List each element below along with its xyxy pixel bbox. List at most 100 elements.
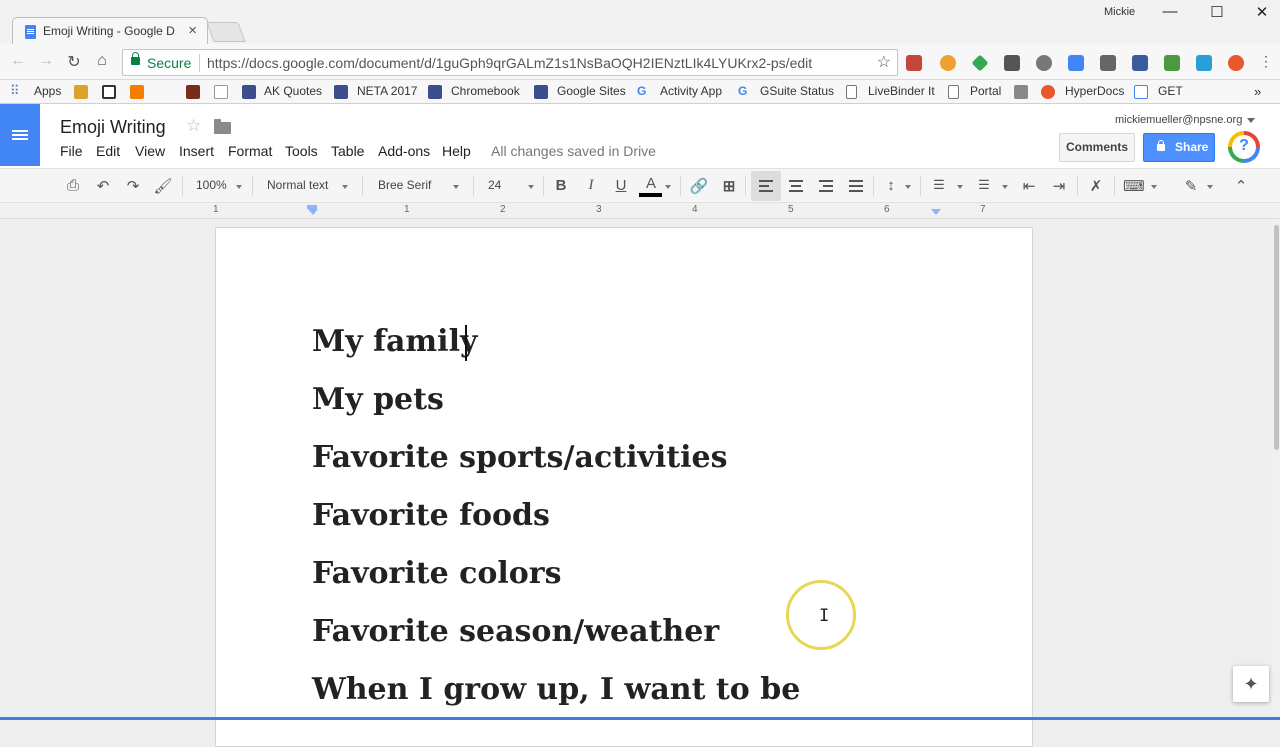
undo-icon[interactable]: ↶ <box>93 177 113 195</box>
bookmark-icon[interactable] <box>74 85 88 99</box>
text-color-button[interactable]: A <box>641 175 661 192</box>
document-line[interactable]: When I grow up, I want to be <box>312 672 800 707</box>
extension-icon[interactable] <box>1132 55 1148 71</box>
share-button[interactable]: Share <box>1143 133 1215 162</box>
bookmark-get[interactable]: GET <box>1158 84 1183 98</box>
menu-help[interactable]: Help <box>442 143 471 159</box>
star-icon[interactable]: ☆ <box>186 116 201 136</box>
bookmark-google-sites[interactable]: Google Sites <box>557 84 626 98</box>
bookmark-star-icon[interactable]: ☆ <box>877 52 891 72</box>
insert-comment-icon[interactable]: ⊞ <box>719 177 739 195</box>
paint-format-icon[interactable]: 🖌 <box>153 177 173 195</box>
editing-mode-pencil-icon[interactable]: ✎ <box>1181 177 1201 195</box>
align-left-button[interactable] <box>751 171 781 201</box>
scrollbar-thumb[interactable] <box>1274 225 1279 450</box>
bookmark-chromebook[interactable]: Chromebook <box>451 84 520 98</box>
bookmark-apps[interactable]: Apps <box>34 84 61 98</box>
new-tab-button[interactable] <box>206 22 246 42</box>
google-drive-icon[interactable] <box>971 54 989 72</box>
font-select[interactable]: Bree Serif <box>378 178 431 192</box>
bookmark-ak-quotes[interactable]: AK Quotes <box>264 84 322 98</box>
extension-icon[interactable] <box>1164 55 1180 71</box>
help-icon[interactable]: ? <box>1228 131 1260 163</box>
bookmark-icon[interactable] <box>186 85 200 99</box>
ruler[interactable]: 1 1 2 3 4 5 6 7 <box>0 203 1280 219</box>
bookmark-activity-app[interactable]: Activity App <box>660 84 722 98</box>
menu-edit[interactable]: Edit <box>96 143 120 159</box>
explore-sparkle-icon[interactable]: ✦ <box>1233 666 1269 702</box>
bold-button[interactable]: B <box>551 177 571 194</box>
browser-tab-active[interactable]: Emoji Writing - Google D × <box>12 17 208 45</box>
menu-format[interactable]: Format <box>228 143 272 159</box>
pen-extension-icon[interactable] <box>1068 55 1084 71</box>
folder-icon[interactable] <box>214 119 231 134</box>
document-line[interactable]: Favorite foods <box>312 498 550 533</box>
back-arrow-icon[interactable]: ← <box>8 52 28 70</box>
insert-link-icon[interactable]: 🔗 <box>689 177 709 195</box>
menu-insert[interactable]: Insert <box>179 143 214 159</box>
bookmark-neta-2017[interactable]: NETA 2017 <box>357 84 417 98</box>
line-spacing-icon[interactable]: ↕ <box>881 177 901 194</box>
bookmark-icon[interactable] <box>1014 85 1028 99</box>
url-text[interactable]: https://docs.google.com/document/d/1guGp… <box>207 55 812 71</box>
dnd-extension-icon[interactable] <box>906 55 922 71</box>
pinterest-icon[interactable] <box>1036 55 1052 71</box>
bookmark-portal[interactable]: Portal <box>970 84 1001 98</box>
bookmark-gsuite-status[interactable]: GSuite Status <box>760 84 834 98</box>
extension-icon[interactable] <box>1196 55 1212 71</box>
google-docs-logo-icon[interactable] <box>0 104 40 166</box>
left-indent-marker[interactable] <box>308 209 318 215</box>
document-page[interactable]: My family My pets Favorite sports/activi… <box>215 227 1033 747</box>
justify-icon[interactable] <box>849 180 863 192</box>
document-line[interactable]: Favorite sports/activities <box>312 440 728 475</box>
account-dropdown-icon[interactable] <box>1247 118 1255 123</box>
decrease-indent-icon[interactable]: ⇤ <box>1019 177 1039 195</box>
italic-button[interactable]: I <box>581 177 601 194</box>
more-bookmarks-icon[interactable]: » <box>1254 84 1261 99</box>
save-status[interactable]: All changes saved in Drive <box>491 143 656 159</box>
paragraph-style-select[interactable]: Normal text <box>267 178 328 192</box>
collapse-menus-chevron-up-icon[interactable]: ⌃ <box>1231 177 1251 195</box>
document-line[interactable]: Favorite season/weather <box>312 614 719 649</box>
apps-grid-icon[interactable]: ⠿ <box>10 83 20 99</box>
bookmark-livebinder-it[interactable]: LiveBinder It <box>868 84 935 98</box>
chrome-menu-icon[interactable]: ⋮ <box>1256 53 1276 70</box>
print-icon[interactable]: ⎙ <box>63 177 83 194</box>
extension-icon[interactable] <box>1100 55 1116 71</box>
extension-icon[interactable] <box>1228 55 1244 71</box>
bookmark-hyperdocs[interactable]: HyperDocs <box>1065 84 1124 98</box>
blogger-icon[interactable] <box>130 85 144 99</box>
extension-icon[interactable] <box>1004 55 1020 71</box>
menu-table[interactable]: Table <box>331 143 364 159</box>
bulleted-list-icon[interactable]: ☰ <box>974 177 994 193</box>
extension-icon[interactable] <box>940 55 956 71</box>
align-center-icon[interactable] <box>789 180 803 192</box>
bookmark-icon[interactable] <box>214 85 228 99</box>
minimize-window-button[interactable]: — <box>1158 3 1182 23</box>
zoom-select[interactable]: 100% <box>196 178 227 192</box>
account-email[interactable]: mickiemueller@npsne.org <box>1115 114 1242 126</box>
document-line[interactable]: Favorite colors <box>312 556 562 591</box>
maximize-window-button[interactable]: ☐ <box>1205 3 1229 23</box>
menu-tools[interactable]: Tools <box>285 143 318 159</box>
reload-icon[interactable]: ↻ <box>64 52 84 72</box>
menu-view[interactable]: View <box>135 143 165 159</box>
address-bar[interactable]: Secure https://docs.google.com/document/… <box>122 49 898 76</box>
menu-file[interactable]: File <box>60 143 83 159</box>
comments-button[interactable]: Comments <box>1059 133 1135 162</box>
input-tools-icon[interactable]: ⌨ <box>1123 177 1145 195</box>
numbered-list-icon[interactable]: ☰ <box>929 177 949 193</box>
underline-button[interactable]: U <box>611 177 631 194</box>
close-window-button[interactable]: ✕ <box>1250 3 1274 23</box>
right-indent-marker[interactable] <box>931 209 941 215</box>
profile-name[interactable]: Mickie <box>1104 6 1135 18</box>
font-size-select[interactable]: 24 <box>488 178 501 192</box>
align-right-icon[interactable] <box>819 180 833 192</box>
document-line[interactable]: My family <box>312 324 477 359</box>
menu-add-ons[interactable]: Add-ons <box>378 143 430 159</box>
home-icon[interactable]: ⌂ <box>92 52 112 70</box>
redo-icon[interactable]: ↷ <box>123 177 143 195</box>
forward-arrow-icon[interactable]: → <box>36 52 56 70</box>
document-title[interactable]: Emoji Writing <box>60 117 166 138</box>
bookmark-icon[interactable] <box>102 85 116 99</box>
